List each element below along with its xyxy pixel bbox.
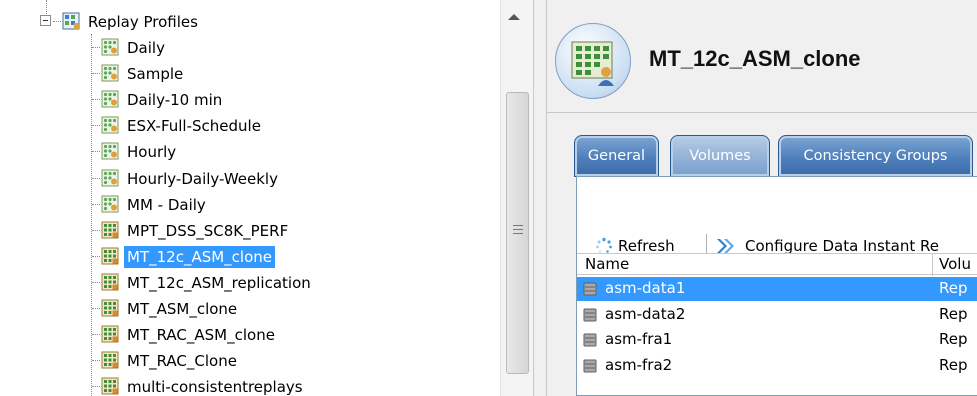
tree-item[interactable]: Hourly (0, 138, 500, 164)
tab-volumes-label: Volumes (689, 148, 751, 164)
volume-icon (583, 282, 597, 296)
tree-guide-line (92, 308, 100, 309)
consistent-replay-profile-icon (101, 377, 119, 395)
tree-guide-line (92, 255, 100, 257)
replay-profile-icon (101, 169, 119, 186)
table-row[interactable]: asm-data1 Rep (577, 277, 977, 301)
tree-item[interactable]: MT_RAC_ASM_clone (0, 321, 500, 347)
volume-icon (583, 308, 597, 321)
replay-profile-icon (101, 142, 119, 160)
tree-item-label: Hourly-Daily-Weekly (127, 169, 278, 188)
tab-general[interactable]: General (574, 135, 659, 177)
column-header-volume[interactable]: Volu (939, 255, 971, 273)
replay-profile-icon (101, 64, 119, 82)
column-divider[interactable] (932, 254, 933, 276)
volume-type: Rep (939, 330, 968, 348)
tab-general-label: General (587, 148, 646, 164)
tree-guide-line (92, 73, 100, 75)
tree-item-label: MT_RAC_ASM_clone (127, 326, 275, 345)
tree-item[interactable]: Daily-10 min (0, 86, 500, 112)
tree-item-label: multi-consistentreplays (127, 378, 303, 396)
table-row[interactable]: asm-fra1 Rep (577, 328, 977, 352)
tree-item[interactable]: Sample (0, 60, 500, 86)
tree-item[interactable]: MT_12c_ASM_replication (0, 269, 500, 295)
table-header: Name Volu (577, 253, 977, 276)
tree-root-label: Replay Profiles (88, 13, 198, 31)
volume-icon (583, 359, 597, 372)
scrollbar-thumb[interactable] (506, 92, 529, 374)
replay-profiles-folder-icon (62, 12, 80, 30)
tree-item[interactable]: MT_RAC_Clone (0, 347, 500, 373)
collapse-icon[interactable] (40, 15, 51, 26)
tree-item[interactable]: ESX-Full-Schedule (0, 112, 500, 138)
tree-item[interactable]: Hourly-Daily-Weekly (0, 165, 500, 191)
replay-profile-large-icon (555, 23, 631, 99)
tree-item-label: MM - Daily (127, 195, 206, 214)
tab-consistency-groups[interactable]: Consistency Groups (778, 135, 973, 177)
volumes-panel: Refresh Configure Data Instant Re Name V… (576, 176, 977, 396)
tree-guide-line (92, 99, 100, 101)
tree-item-label: Hourly (127, 143, 177, 162)
table-row[interactable]: asm-data2 Rep (577, 303, 977, 327)
tree-guide-line (92, 334, 100, 336)
tree-guide-line (92, 360, 100, 362)
tree-guide-line (92, 125, 100, 127)
volume-type: Rep (939, 355, 968, 374)
tree-item-label: MPT_DSS_SC8K_PERF (127, 221, 289, 240)
replay-profile-icon (101, 38, 119, 56)
replay-profile-icon (101, 116, 119, 134)
volume-type: Rep (939, 304, 968, 323)
tree-item[interactable]: MPT_DSS_SC8K_PERF (0, 217, 500, 243)
table-row[interactable]: asm-fra2 Rep (577, 354, 977, 378)
column-header-name[interactable]: Name (585, 255, 629, 273)
tree-guide-line (92, 386, 100, 388)
tree-item-label: Daily (127, 39, 165, 57)
tree-guide-line (53, 21, 61, 22)
consistent-replay-profile-icon (101, 299, 119, 317)
tree-guide-line (92, 47, 100, 48)
tree-item[interactable]: MM - Daily (0, 191, 500, 217)
tree-item-label: MT_12c_ASM_clone (124, 245, 275, 268)
tree-item[interactable]: Daily (0, 34, 500, 60)
volume-name: asm-fra1 (605, 330, 673, 348)
replay-profile-icon (101, 90, 119, 108)
volume-name: asm-data2 (605, 304, 686, 323)
volume-type: Rep (939, 279, 968, 297)
tree-item[interactable]: MT_12c_ASM_clone (0, 243, 500, 269)
tree-item-label: MT_12c_ASM_replication (127, 273, 311, 292)
tree-item[interactable]: MT_ASM_clone (0, 295, 500, 321)
volume-icon (583, 333, 597, 347)
consistent-replay-profile-icon (101, 351, 119, 369)
vertical-scrollbar[interactable] (500, 0, 533, 396)
tree-guide-line (92, 203, 100, 205)
tree-item-label: ESX-Full-Schedule (127, 117, 261, 136)
detail-pane: MT_12c_ASM_clone General Volumes Consist… (547, 0, 977, 396)
header-divider (547, 112, 977, 113)
consistent-replay-profile-icon (101, 325, 119, 343)
tree-guide-line (92, 177, 100, 179)
consistent-replay-profile-icon (101, 273, 119, 291)
tree-guide-line (92, 281, 100, 283)
tree-item-label: MT_RAC_Clone (127, 352, 237, 371)
tree-root-row[interactable]: Replay Profiles (0, 8, 500, 34)
tree-item[interactable]: multi-consistentreplays (0, 373, 500, 396)
tree-pane: Replay Profiles Daily Sample Daily-10 min E… (0, 0, 533, 396)
consistent-replay-profile-icon (101, 247, 119, 265)
scroll-up-arrow-icon[interactable] (508, 14, 520, 20)
tab-consistency-groups-label: Consistency Groups (803, 148, 948, 164)
tree-guide-line (92, 229, 100, 231)
tree-item-label: MT_ASM_clone (127, 300, 238, 318)
toolbar: Refresh Configure Data Instant Re (577, 177, 977, 259)
page-title: MT_12c_ASM_clone (649, 46, 861, 71)
volume-name: asm-fra2 (605, 355, 673, 374)
pane-splitter[interactable] (533, 0, 547, 396)
replay-profile-icon (101, 195, 119, 213)
tab-volumes[interactable]: Volumes (670, 135, 770, 177)
tree-item-label: Daily-10 min (127, 91, 223, 110)
tree-guide-line (92, 151, 100, 153)
consistent-replay-profile-icon (101, 221, 119, 239)
tree-item-label: Sample (127, 65, 184, 84)
volume-name: asm-data1 (605, 279, 686, 297)
grip-icon (513, 225, 523, 234)
